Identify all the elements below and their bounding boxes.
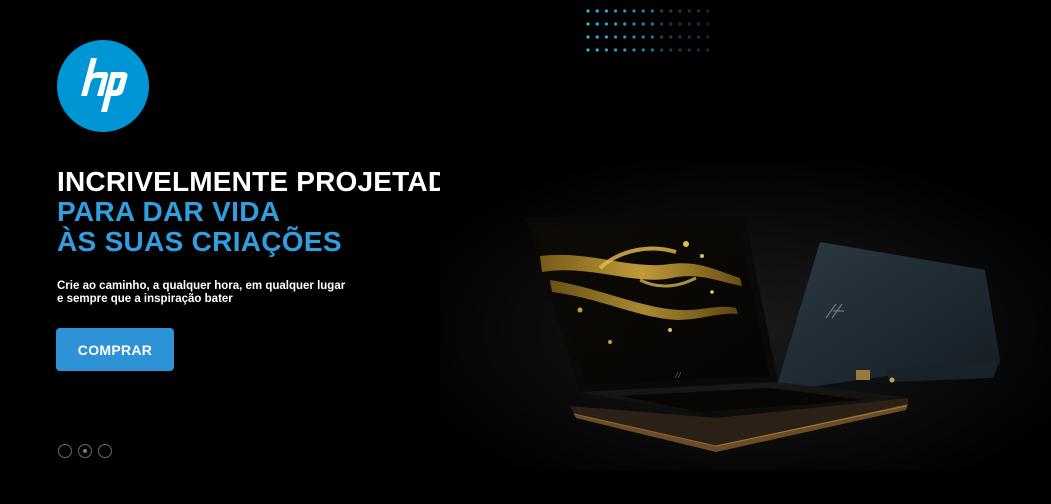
decor-dot: [586, 22, 590, 26]
decor-dot: [650, 48, 654, 52]
decor-dot: [650, 22, 654, 26]
subtitle-line-1: Crie ao caminho, a qualquer hora, em qua…: [57, 280, 346, 292]
decor-dot: [604, 35, 608, 39]
decor-dot: [687, 35, 691, 39]
decor-dot: [641, 9, 645, 13]
decor-dot: [586, 35, 590, 39]
decor-dot: [678, 9, 682, 13]
headline-line-3: ÀS SUAS CRIAÇÕES: [57, 226, 342, 257]
subtitle-line-2: e sempre que a inspiração bater: [57, 293, 233, 305]
decor-dot: [586, 48, 590, 52]
decor-dot: [660, 48, 664, 52]
decor-dot: [632, 35, 636, 39]
decor-dot: [687, 9, 691, 13]
decor-dot: [687, 48, 691, 52]
decor-dot: [623, 22, 627, 26]
dot-grid-decoration: [586, 9, 710, 52]
carousel-dot-1[interactable]: [58, 444, 72, 458]
decor-dot: [641, 35, 645, 39]
decor-dot: [660, 22, 664, 26]
decor-dot: [696, 35, 700, 39]
decor-dot: [696, 48, 700, 52]
hp-logo[interactable]: [57, 40, 149, 132]
decor-dot: [604, 48, 608, 52]
decor-dot: [650, 9, 654, 13]
decor-dot: [660, 35, 664, 39]
decor-dot: [706, 48, 710, 52]
carousel-pagination: [58, 444, 112, 458]
decor-dot: [650, 35, 654, 39]
decor-dot: [595, 48, 599, 52]
decor-dot: [595, 22, 599, 26]
decor-dot: [641, 48, 645, 52]
decor-dot: [706, 22, 710, 26]
decor-dot: [669, 9, 673, 13]
hero-subtitle: Crie ao caminho, a qualquer hora, em qua…: [57, 280, 397, 306]
decor-dot: [586, 9, 590, 13]
decor-dot: [678, 22, 682, 26]
decor-dot: [623, 9, 627, 13]
decor-dot: [632, 22, 636, 26]
decor-dot: [696, 9, 700, 13]
hero-banner: INCRIVELMENTE PROJETADO PARA DAR VIDA ÀS…: [0, 0, 1051, 504]
decor-dot: [623, 48, 627, 52]
decor-dot: [632, 48, 636, 52]
decor-dot: [660, 9, 664, 13]
decor-dot: [595, 35, 599, 39]
decor-dot: [614, 35, 618, 39]
decor-dot: [669, 35, 673, 39]
decor-dot: [614, 48, 618, 52]
decor-dot: [641, 22, 645, 26]
headline-line-2: PARA DAR VIDA: [57, 196, 281, 227]
buy-button[interactable]: COMPRAR: [56, 328, 174, 371]
decor-dot: [669, 48, 673, 52]
decor-dot: [678, 35, 682, 39]
decor-dot: [595, 9, 599, 13]
decor-dot: [678, 48, 682, 52]
decor-dot: [706, 35, 710, 39]
headline-line-1: INCRIVELMENTE PROJETADO: [57, 166, 471, 197]
decor-dot: [632, 9, 636, 13]
decor-dot: [604, 9, 608, 13]
decor-dot: [614, 22, 618, 26]
carousel-dot-3[interactable]: [98, 444, 112, 458]
decor-dot: [623, 35, 627, 39]
decor-dot: [696, 22, 700, 26]
decor-dot: [604, 22, 608, 26]
decor-dot: [669, 22, 673, 26]
laptop-product-image: [440, 160, 1051, 470]
decor-dot: [614, 9, 618, 13]
carousel-dot-2[interactable]: [78, 444, 92, 458]
decor-dot: [687, 22, 691, 26]
hero-headline: INCRIVELMENTE PROJETADO PARA DAR VIDA ÀS…: [57, 168, 470, 256]
decor-dot: [706, 9, 710, 13]
